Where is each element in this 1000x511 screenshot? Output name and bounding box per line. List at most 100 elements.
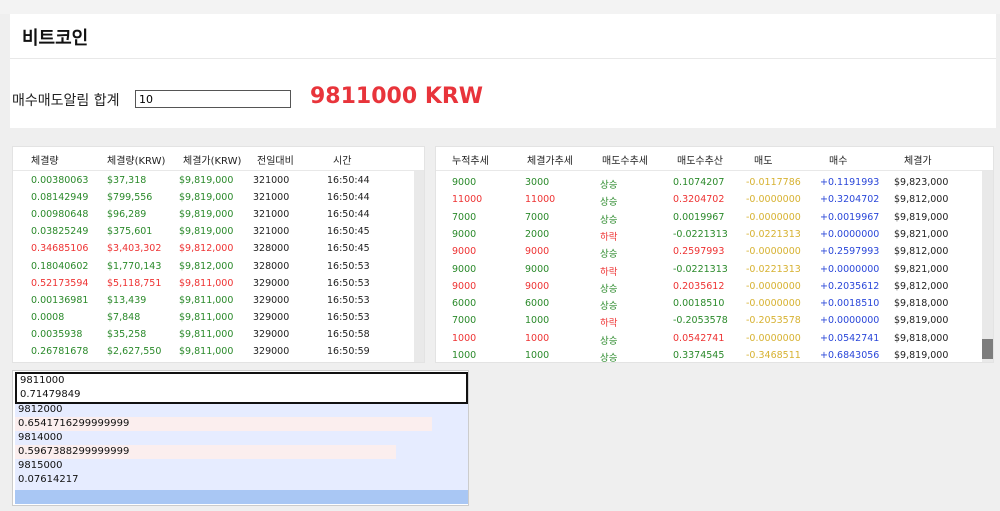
trend-price: $9,823,000	[894, 177, 949, 188]
trend-acc: 7000	[452, 211, 477, 223]
trend-sell: -0.0000000	[746, 280, 801, 292]
trade-price: $9,811,000	[179, 277, 234, 289]
table-row[interactable]: 11000 11000 상승 0.3204702 -0.0000000 +0.320470…	[436, 192, 993, 209]
table-row[interactable]: 9000 9000 상승 0.2597993 -0.0000000 +0.2597993 $…	[436, 244, 993, 261]
table-row[interactable]: 0.0008 $7,848 $9,811,000 329000 16:50:53	[13, 310, 424, 327]
trend-pt: 7000	[525, 211, 550, 223]
table-row[interactable]: 0.0035938 $35,258 $9,811,000 329000 16:50:58	[13, 327, 424, 344]
table-row[interactable]: 0.00980648 $96,289 $9,819,000 321000 16:50:4…	[13, 207, 424, 224]
table-row[interactable]: 9000 9000 상승 0.2035612 -0.0000000 +0.2035612 $…	[436, 279, 993, 296]
table-row[interactable]: 9000 3000 상승 0.1074207 -0.0117786 +0.1191993 $…	[436, 175, 993, 192]
trade-diff: 329000	[253, 346, 290, 357]
trade-krw: $35,258	[107, 328, 147, 340]
trend-price: $9,821,000	[894, 263, 949, 275]
col-price[interactable]: 체결가(KRW)	[183, 152, 241, 167]
trends-scrollbar[interactable]	[982, 171, 993, 362]
trend-acc: 9000	[452, 280, 477, 292]
trade-price: $9,811,000	[179, 311, 234, 323]
col-qty[interactable]: 체결량	[31, 152, 59, 167]
trend-pt: 1000	[525, 332, 550, 344]
trade-diff: 329000	[253, 277, 290, 289]
table-row[interactable]: 0.08142949 $799,556 $9,819,000 321000 16:50:…	[13, 190, 424, 207]
trend-dir: 하락	[600, 318, 618, 330]
trend-buy: +0.0542741	[820, 332, 880, 344]
trade-qty: 0.08142949	[31, 192, 89, 204]
trend-sell: -0.3468511	[746, 350, 801, 361]
table-row[interactable]: 0.03825249 $375,601 $9,819,000 321000 16:50:…	[13, 224, 424, 241]
trade-diff: 329000	[253, 311, 290, 323]
bid-qty-1: 0.5967388299999999	[18, 446, 130, 457]
trade-diff: 321000	[253, 226, 290, 238]
col-buy[interactable]: 매수	[829, 152, 847, 167]
trade-krw: $2,627,550	[107, 346, 162, 357]
col-price2[interactable]: 체결가	[904, 152, 932, 167]
table-row[interactable]: 7000 1000 하락 -0.2053578 -0.2053578 +0.0000000…	[436, 313, 993, 330]
table-row[interactable]: 0.00136981 $13,439 $9,811,000 329000 16:50:5…	[13, 293, 424, 310]
trend-acc: 6000	[452, 298, 477, 310]
trend-calc: 0.3204702	[673, 194, 725, 206]
trend-pt: 9000	[525, 263, 550, 275]
trends-scroll-thumb[interactable]	[982, 339, 993, 359]
col-krw[interactable]: 체결량(KRW)	[107, 152, 165, 167]
trends-panel: 누적추세 체결가추세 매도수추세 매도수추산 매도 매수 체결가 9000 300…	[435, 146, 994, 363]
trades-panel: 체결량 체결량(KRW) 체결가(KRW) 전일대비 시간 0.00380063…	[12, 146, 425, 363]
orderbook-bids: 9812000 0.6541716299999999 9814000 0.596…	[15, 404, 468, 504]
table-row[interactable]: 0.18040602 $1,770,143 $9,812,000 328000 16:5…	[13, 259, 424, 276]
table-row[interactable]: 6000 6000 상승 0.0018510 -0.0000000 +0.0018510 $…	[436, 296, 993, 313]
trade-time: 16:50:44	[327, 209, 370, 221]
table-row[interactable]: 9000 2000 하락 -0.0221313 -0.0221313 +0.0000000…	[436, 227, 993, 244]
col-calc[interactable]: 매도수추산	[677, 152, 723, 167]
table-row[interactable]: 0.52173594 $5,118,751 $9,811,000 329000 16:5…	[13, 276, 424, 293]
table-row[interactable]: 1000 1000 상승 0.0542741 -0.0000000 +0.0542741 $…	[436, 331, 993, 348]
table-row[interactable]: 9000 9000 하락 -0.0221313 -0.0221313 +0.0000000…	[436, 262, 993, 279]
trade-price: $9,811,000	[179, 328, 234, 340]
trend-pt: 1000	[525, 350, 550, 361]
trade-time: 16:50:44	[327, 175, 370, 186]
col-dir[interactable]: 매도수추세	[602, 152, 648, 167]
col-sell[interactable]: 매도	[754, 152, 772, 167]
trend-calc: -0.0221313	[673, 263, 728, 275]
trend-acc: 1000	[452, 332, 477, 344]
trend-buy: +0.0000000	[820, 263, 880, 275]
table-row[interactable]: 1000 1000 상승 0.3374545 -0.3468511 +0.6843056 $…	[436, 348, 993, 363]
orderbook-ask-selected[interactable]: 9811000 0.71479849	[15, 372, 468, 404]
trade-qty: 0.03825249	[31, 226, 89, 238]
trade-diff: 321000	[253, 192, 290, 204]
trend-price: $9,819,000	[894, 350, 949, 361]
trend-acc: 7000	[452, 315, 477, 327]
trend-calc: -0.0221313	[673, 228, 728, 240]
trade-qty: 0.26781678	[31, 346, 89, 357]
col-diff[interactable]: 전일대비	[257, 152, 294, 167]
trend-acc: 9000	[452, 228, 477, 240]
divider	[10, 58, 996, 59]
trend-dir: 상승	[600, 353, 618, 363]
trend-acc: 9000	[452, 246, 477, 258]
trade-time: 16:50:53	[327, 260, 370, 272]
col-time[interactable]: 시간	[333, 152, 351, 167]
alarm-sum-input[interactable]	[135, 90, 291, 108]
col-pt[interactable]: 체결가추세	[527, 152, 573, 167]
trade-qty: 0.00380063	[31, 175, 89, 186]
trend-pt: 11000	[525, 194, 556, 206]
summary-card: 비트코인 매수매도알림 합계 9811000 KRW	[10, 14, 996, 128]
trade-diff: 329000	[253, 328, 290, 340]
trend-dir: 상승	[600, 214, 618, 226]
trades-scrollbar[interactable]	[414, 171, 424, 362]
trend-sell: -0.0117786	[746, 177, 801, 188]
table-row[interactable]: 7000 7000 상승 0.0019967 -0.0000000 +0.0019967 $…	[436, 210, 993, 227]
trend-sell: -0.0000000	[746, 211, 801, 223]
trade-qty: 0.52173594	[31, 277, 89, 289]
table-row[interactable]: 0.26781678 $2,627,550 $9,811,000 329000 16:5…	[13, 344, 424, 361]
trend-calc: 0.2597993	[673, 246, 725, 258]
col-acc[interactable]: 누적추세	[452, 152, 489, 167]
trades-header: 체결량 체결량(KRW) 체결가(KRW) 전일대비 시간	[13, 147, 424, 171]
trade-krw: $96,289	[107, 209, 147, 221]
trend-price: $9,819,000	[894, 315, 949, 327]
trade-price: $9,819,000	[179, 226, 234, 238]
trade-diff: 328000	[253, 260, 290, 272]
table-row[interactable]: 0.00380063 $37,318 $9,819,000 321000 16:50:4…	[13, 173, 424, 190]
table-row[interactable]: 0.34685106 $3,403,302 $9,812,000 328000 16:5…	[13, 241, 424, 258]
bid-price-2: 9815000	[18, 460, 63, 471]
trade-krw: $7,848	[107, 311, 141, 323]
orderbook-footer-bar	[15, 490, 468, 504]
